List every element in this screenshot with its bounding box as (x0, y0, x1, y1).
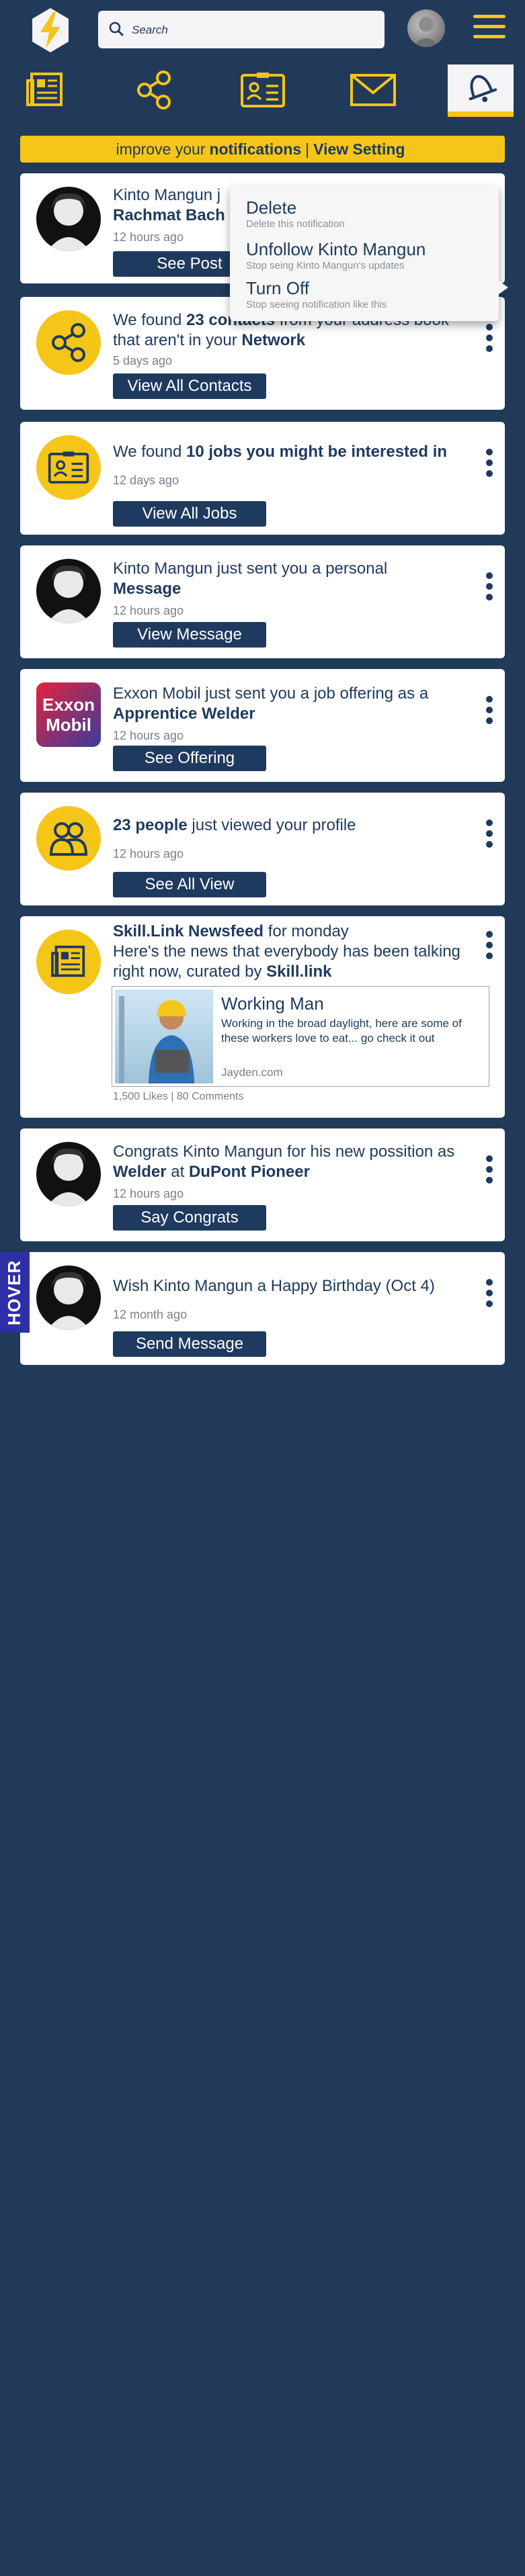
menu-item-title: Unfollow Kinto Mangun (246, 239, 426, 259)
timestamp: 12 hours ago (113, 1187, 184, 1200)
notification-strong: DuPont Pioneer (188, 1163, 310, 1181)
logo-icon[interactable] (31, 7, 70, 54)
notification-strong[interactable]: Rachmat Bach (113, 206, 225, 224)
see-offering-button[interactable]: See Offering (113, 746, 266, 771)
network-icon[interactable] (121, 64, 187, 116)
article-domain: Jayden.com (221, 1066, 283, 1079)
newsfeed-icon (36, 930, 101, 994)
timestamp: 12 month ago (113, 1308, 188, 1321)
notification-text: at (171, 1163, 185, 1181)
more-options-icon[interactable] (486, 572, 494, 606)
notification-card[interactable]: Congrats Kinto Mangun for his new possit… (20, 1128, 505, 1241)
article-title: Working Man (221, 993, 324, 1014)
view-message-button[interactable]: View Message (113, 622, 266, 648)
menu-icon[interactable] (473, 15, 506, 44)
say-congrats-button[interactable]: Say Congrats (113, 1205, 266, 1231)
menu-item-turn-off[interactable]: Turn Off Stop seeing notification like t… (246, 278, 387, 310)
timestamp: 12 hours ago (113, 604, 184, 617)
notification-text: We found (113, 443, 182, 461)
article-thumbnail (115, 989, 213, 1083)
menu-item-subtitle: Stop seing Kinto Mangun's updates (246, 260, 405, 271)
article-stats: 1,500 Likes | 80 Comments (113, 1091, 244, 1102)
notification-strong[interactable]: Skill.Link Newsfeed (113, 922, 264, 940)
timestamp: 12 hours ago (113, 729, 184, 742)
avatar (36, 1265, 101, 1330)
view-all-contacts-button[interactable]: View All Contacts (113, 373, 266, 399)
jobs-icon (36, 435, 101, 500)
more-options-icon[interactable] (486, 1279, 494, 1313)
avatar (36, 1142, 101, 1206)
notification-settings-banner[interactable]: improve your notifications | View Settin… (20, 136, 505, 163)
notification-text: Exxon Mobil just sent you a job offering… (113, 684, 429, 703)
more-options-icon[interactable] (486, 931, 494, 965)
more-options-icon[interactable] (486, 449, 494, 482)
menu-item-unfollow[interactable]: Unfollow Kinto Mangun Stop seing Kinto M… (246, 239, 426, 271)
notification-strong: Network (241, 331, 306, 349)
jobs-icon[interactable] (230, 64, 296, 116)
hover-state-label: HOVER (0, 1252, 30, 1333)
notification-card[interactable]: We found 10 jobs you might be interested… (20, 422, 505, 535)
newsfeed-icon[interactable] (12, 64, 78, 116)
notification-strong[interactable]: Message (113, 580, 181, 598)
more-options-icon[interactable] (486, 696, 494, 729)
notification-text: Kinto Mangun j (113, 186, 221, 204)
search-icon (109, 21, 124, 36)
messages-icon[interactable] (340, 64, 406, 116)
notification-card[interactable]: 23 people just viewed your profile 12 ho… (20, 793, 505, 905)
notification-card[interactable]: Skill.Link Newsfeed for monday Here's th… (20, 916, 505, 1118)
menu-item-subtitle: Stop seeing notification like this (246, 299, 387, 310)
send-message-button[interactable]: Send Message (113, 1331, 266, 1357)
banner-text: improve your (116, 140, 206, 158)
avatar[interactable] (407, 9, 445, 47)
notification-text: Wish Kinto Mangun a Happy Birthday (Oct … (113, 1277, 435, 1295)
timestamp: 5 days ago (113, 354, 173, 367)
notification-options-menu: Delete Delete this notification Unfollow… (230, 185, 508, 321)
menu-item-title: Turn Off (246, 278, 309, 298)
main-nav (0, 64, 525, 118)
menu-item-subtitle: Delete this notification (246, 218, 345, 230)
notification-strong: Welder (113, 1163, 167, 1181)
menu-item-delete[interactable]: Delete Delete this notification (246, 197, 345, 230)
banner-separator: | (305, 140, 310, 158)
view-all-jobs-button[interactable]: View All Jobs (113, 501, 266, 527)
notification-strong: Skill.link (266, 963, 332, 981)
news-article-card[interactable]: Working Man Working in the broad dayligh… (112, 986, 489, 1087)
top-bar (0, 0, 525, 60)
avatar (36, 187, 101, 251)
article-description: Working in the broad daylight, here are … (221, 1017, 462, 1045)
notification-text: Kinto Mangun just sent you a personal (113, 560, 388, 578)
notification-strong[interactable]: 23 people (113, 816, 188, 834)
notification-text: Congrats Kinto Mangun for his new possit… (113, 1143, 455, 1161)
more-options-icon[interactable] (486, 324, 494, 357)
logo-text: Exxon (42, 695, 95, 715)
notification-strong: 10 jobs you might be interested in (186, 443, 448, 461)
search-input[interactable] (130, 19, 375, 42)
notification-text: for monday (268, 922, 349, 940)
notification-card[interactable]: Wish Kinto Mangun a Happy Birthday (Oct … (20, 1252, 505, 1365)
notification-strong[interactable]: Apprentice Welder (113, 705, 255, 723)
company-logo: Exxon Mobil (36, 682, 101, 747)
avatar (36, 559, 101, 623)
notification-card[interactable]: Exxon Mobil Exxon Mobil just sent you a … (20, 669, 505, 782)
notification-text: We found (113, 311, 182, 329)
search-bar[interactable] (98, 11, 385, 48)
people-icon (36, 806, 101, 871)
notifications-icon[interactable] (448, 64, 514, 117)
timestamp: 12 hours ago (113, 847, 184, 860)
more-options-icon[interactable] (486, 1155, 494, 1189)
hover-tag-text: HOVER (4, 1259, 25, 1325)
notification-card[interactable]: Kinto Mangun just sent you a personal Me… (20, 545, 505, 658)
logo-text: Mobil (46, 715, 91, 735)
see-all-view-button[interactable]: See All View (113, 872, 266, 897)
more-options-icon[interactable] (486, 819, 494, 853)
menu-item-title: Delete (246, 197, 297, 218)
notification-text: just viewed your profile (192, 816, 356, 834)
network-icon (36, 310, 101, 375)
banner-strong: notifications (209, 140, 302, 158)
view-setting-link[interactable]: View Setting (313, 140, 405, 159)
timestamp: 12 days ago (113, 474, 179, 487)
